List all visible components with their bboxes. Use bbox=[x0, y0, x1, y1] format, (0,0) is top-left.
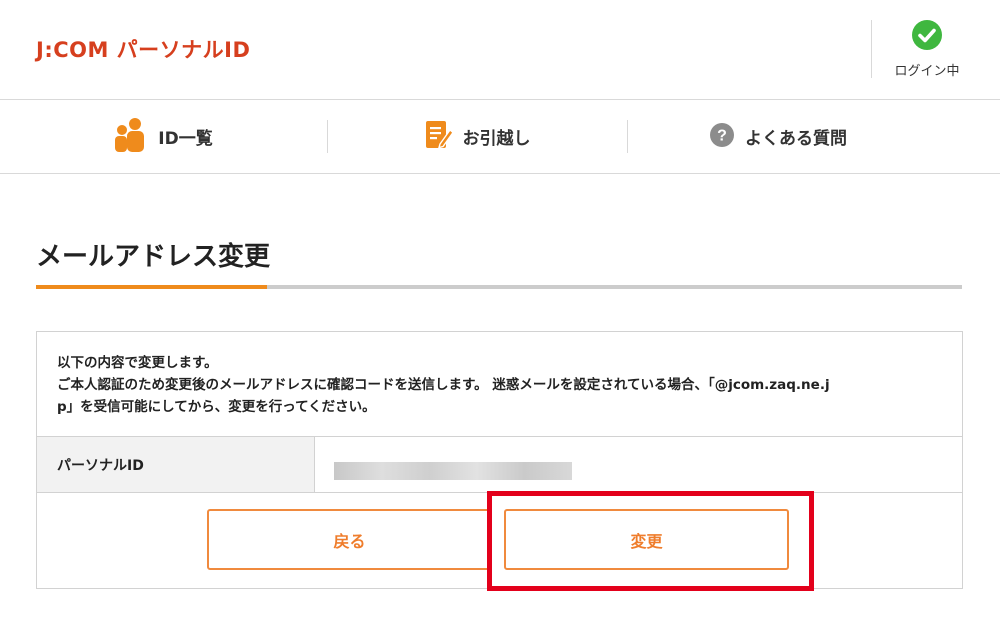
personal-id-value-redacted bbox=[334, 462, 572, 480]
title-underline-accent bbox=[36, 285, 267, 289]
personal-id-label: パーソナルID bbox=[57, 458, 144, 474]
nav-label-id-list: ID一覧 bbox=[158, 129, 213, 149]
edit-note-icon bbox=[425, 119, 454, 155]
description-line: ご本人認証のため変更後のメールアドレスに確認コードを送信します。 迷惑メールを設… bbox=[57, 377, 830, 393]
personal-id-row: パーソナルID bbox=[37, 436, 962, 493]
nav-item-moving[interactable]: お引越し bbox=[328, 100, 627, 173]
users-icon bbox=[114, 117, 148, 157]
nav-label-faq: よくある質問 bbox=[745, 129, 847, 149]
nav-item-id-list[interactable]: ID一覧 bbox=[0, 100, 327, 173]
personal-id-label-cell: パーソナルID bbox=[37, 437, 315, 492]
svg-text:?: ? bbox=[717, 127, 727, 144]
check-circle-icon bbox=[912, 20, 942, 50]
question-circle-icon: ? bbox=[709, 122, 735, 152]
login-status-label: ログイン中 bbox=[894, 64, 960, 79]
main-nav: ID一覧 お引越し ? よくある質問 bbox=[0, 100, 1000, 174]
nav-label-moving: お引越し bbox=[462, 129, 531, 149]
back-button[interactable]: 戻る bbox=[207, 509, 492, 570]
description-line: p」を受信可能にしてから、変更を行ってください。 bbox=[57, 399, 376, 415]
jcom-logo[interactable]: J:COM パーソナルID bbox=[36, 34, 250, 64]
confirmation-panel: 以下の内容で変更します。 ご本人認証のため変更後のメールアドレスに確認コードを送… bbox=[36, 331, 963, 589]
nav-item-faq[interactable]: ? よくある質問 bbox=[628, 100, 928, 173]
description-text: 以下の内容で変更します。 ご本人認証のため変更後のメールアドレスに確認コードを送… bbox=[57, 352, 947, 418]
login-status[interactable]: ログイン中 bbox=[871, 20, 1000, 79]
description-line: 以下の内容で変更します。 bbox=[57, 355, 218, 371]
change-button[interactable]: 変更 bbox=[504, 509, 789, 570]
site-header: J:COM パーソナルID ログイン中 bbox=[0, 0, 1000, 100]
page-title: メールアドレス変更 bbox=[36, 242, 271, 272]
